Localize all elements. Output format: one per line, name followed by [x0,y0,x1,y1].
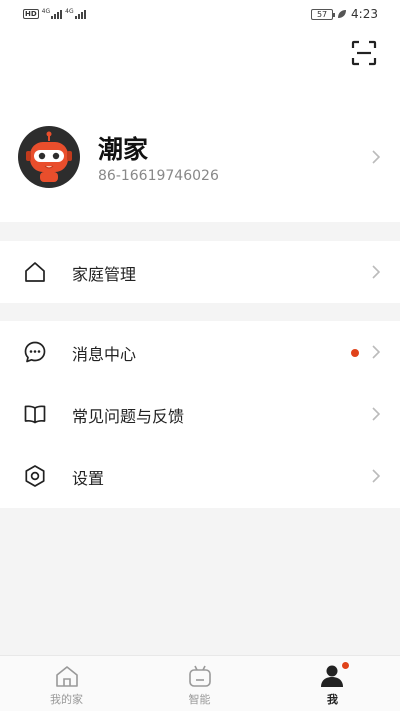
tab-label: 我 [327,693,338,706]
settings-section: 消息中心 常见问题与反馈 设置 [0,321,400,508]
menu-item-faq[interactable]: 常见问题与反馈 [0,383,400,445]
network-type-label: 4G [41,8,51,15]
tab-label: 智能 [188,693,211,706]
chevron-right-icon [372,265,380,279]
clock: 4:23 [351,7,378,21]
tab-me[interactable]: 我 [266,656,399,711]
tab-smart[interactable]: 智能 [133,656,266,711]
chevron-right-icon [372,345,380,359]
network-type-label: 4G [65,8,74,15]
chat-bubble-icon [24,341,46,363]
profile-card[interactable]: 潮家 86-16619746026 [0,120,400,196]
house-icon [25,262,45,282]
menu-item-messages[interactable]: 消息中心 [0,321,400,383]
user-phone: 86-16619746026 [98,168,219,184]
status-right: 57 4:23 [311,7,378,21]
menu-item-label: 消息中心 [72,345,137,364]
hd-badge: HD [23,9,39,19]
user-nickname: 潮家 [98,135,149,164]
family-section: 家庭管理 [0,241,400,303]
battery-level: 57 [316,9,328,19]
menu-item-settings[interactable]: 设置 [0,445,400,507]
menu-item-label: 设置 [72,469,105,488]
avatar[interactable] [18,126,80,188]
chevron-right-icon [372,407,380,421]
chevron-right-icon [372,469,380,483]
hexagon-gear-icon [25,465,45,487]
notification-dot [341,661,350,670]
menu-item-label: 家庭管理 [72,265,137,284]
status-left: HD 4G 4G [23,9,86,19]
robot-icon [189,665,211,687]
scan-icon[interactable] [351,40,377,66]
menu-item-label: 常见问题与反馈 [72,407,185,426]
open-book-icon [24,405,46,424]
bottom-tab-bar: 我的家 智能 我 [0,655,400,711]
tab-label: 我的家 [50,693,83,706]
signal-icon: 4G [65,8,86,19]
menu-item-family[interactable]: 家庭管理 [0,241,400,303]
signal-icon: 4G [41,8,63,19]
robot-avatar-icon [26,131,72,182]
leaf-icon [338,10,347,18]
tab-my-home[interactable]: 我的家 [0,656,133,711]
battery-icon: 57 [311,8,336,20]
home-icon [56,666,78,687]
profile-header: 潮家 86-16619746026 [0,28,400,222]
chevron-right-icon [372,150,380,164]
status-bar: HD 4G 4G 57 4:23 [0,0,400,28]
unread-dot [351,349,359,357]
